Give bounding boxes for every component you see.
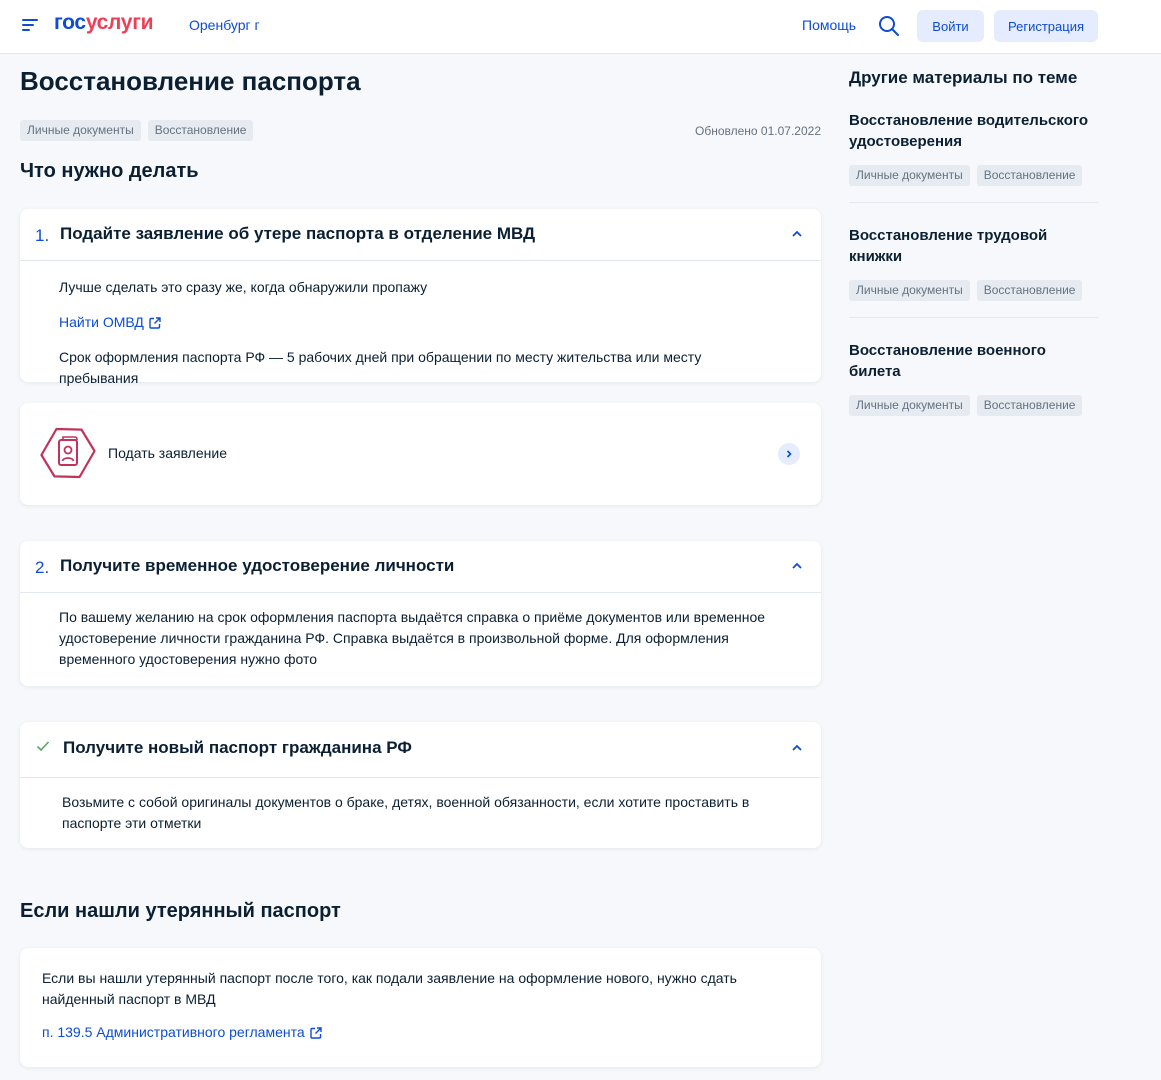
- found-passport-card: Если вы нашли утерянный паспорт после то…: [20, 948, 821, 1067]
- chevron-right-icon[interactable]: [778, 443, 800, 465]
- step-number: 2.: [35, 558, 50, 577]
- step-number: 1.: [35, 226, 50, 245]
- step-title: Подайте заявление об утере паспорта в от…: [60, 224, 536, 243]
- search-icon[interactable]: [878, 15, 900, 37]
- related-item: Восстановление трудовой книжки Личные до…: [849, 221, 1098, 318]
- step-1-header[interactable]: 1. Подайте заявление об утере паспорта в…: [20, 209, 821, 261]
- related-item-title[interactable]: Восстановление трудовой книжки: [849, 225, 1098, 267]
- tag-personal-documents[interactable]: Личные документы: [20, 120, 141, 141]
- apply-service-label: Подать заявление: [108, 445, 227, 461]
- external-link-icon: [149, 316, 161, 329]
- chevron-up-icon[interactable]: [791, 561, 803, 571]
- section-title-found-passport: Если нашли утерянный паспорт: [20, 900, 341, 922]
- step-card-1: 1. Подайте заявление об утере паспорта в…: [20, 209, 821, 386]
- help-link[interactable]: Помощь: [802, 17, 856, 33]
- region-selector[interactable]: Оренбург г: [189, 17, 260, 33]
- tag-restoration[interactable]: Восстановление: [976, 280, 1083, 301]
- tag-restoration[interactable]: Восстановление: [976, 395, 1083, 416]
- register-button[interactable]: Регистрация: [994, 10, 1098, 42]
- related-item-title[interactable]: Восстановление водительского удостоверен…: [849, 110, 1098, 152]
- step-text: Срок оформления паспорта РФ — 5 рабочих …: [59, 349, 702, 386]
- tag-personal-documents[interactable]: Личные документы: [849, 165, 970, 186]
- related-item: Восстановление военного билета Личные до…: [849, 336, 1098, 432]
- link-label: Найти ОМВД: [59, 314, 144, 330]
- tag-restoration[interactable]: Восстановление: [147, 120, 254, 141]
- menu-icon[interactable]: [22, 17, 38, 33]
- page-title: Восстановление паспорта: [20, 66, 361, 96]
- related-item-title[interactable]: Восстановление военного билета: [849, 340, 1098, 382]
- related-materials-title: Другие материалы по теме: [849, 68, 1078, 87]
- step-title: Получите новый паспорт гражданина РФ: [63, 738, 412, 757]
- updated-date: Обновлено 01.07.2022: [695, 124, 821, 138]
- checkmark-icon: [36, 741, 50, 752]
- step-card-3: Получите новый паспорт гражданина РФ Воз…: [20, 722, 821, 848]
- tag-personal-documents[interactable]: Личные документы: [849, 280, 970, 301]
- logo-part-uslugi: услуги: [85, 11, 154, 34]
- logo[interactable]: госуслуги: [54, 11, 154, 35]
- related-materials: Другие материалы по теме Восстановление …: [849, 66, 1098, 450]
- tag-restoration[interactable]: Восстановление: [976, 165, 1083, 186]
- step-2-header[interactable]: 2. Получите временное удостоверение личн…: [20, 541, 821, 593]
- step-text: Возьмите с собой оригиналы документов о …: [62, 794, 750, 831]
- step-3-header[interactable]: Получите новый паспорт гражданина РФ: [20, 722, 821, 778]
- passport-icon: [40, 427, 96, 479]
- login-button[interactable]: Войти: [917, 10, 984, 42]
- page-tags: Личные документы Восстановление: [20, 120, 254, 141]
- find-omvd-link[interactable]: Найти ОМВД: [59, 312, 161, 333]
- related-item: Восстановление водительского удостоверен…: [849, 106, 1098, 203]
- external-link-icon: [309, 1026, 322, 1039]
- found-passport-text: Если вы нашли утерянный паспорт после то…: [42, 970, 737, 1007]
- step-card-2: 2. Получите временное удостоверение личн…: [20, 541, 821, 686]
- site-header: госуслуги Оренбург г Помощь Войти Регист…: [0, 0, 1161, 54]
- step-text: По вашему желанию на срок оформления пас…: [59, 609, 766, 667]
- logo-part-gos: гос: [54, 11, 86, 34]
- link-label: п. 139.5 Административного регламента: [42, 1024, 305, 1040]
- tag-personal-documents[interactable]: Личные документы: [849, 395, 970, 416]
- apply-service-card[interactable]: Подать заявление: [20, 403, 821, 505]
- chevron-up-icon[interactable]: [791, 229, 803, 239]
- regulation-link[interactable]: п. 139.5 Административного регламента: [42, 1022, 322, 1043]
- step-title: Получите временное удостоверение личност…: [60, 556, 455, 575]
- section-title-what-to-do: Что нужно делать: [20, 160, 199, 182]
- step-text: Лучше сделать это сразу же, когда обнару…: [59, 279, 428, 295]
- chevron-up-icon[interactable]: [791, 743, 803, 753]
